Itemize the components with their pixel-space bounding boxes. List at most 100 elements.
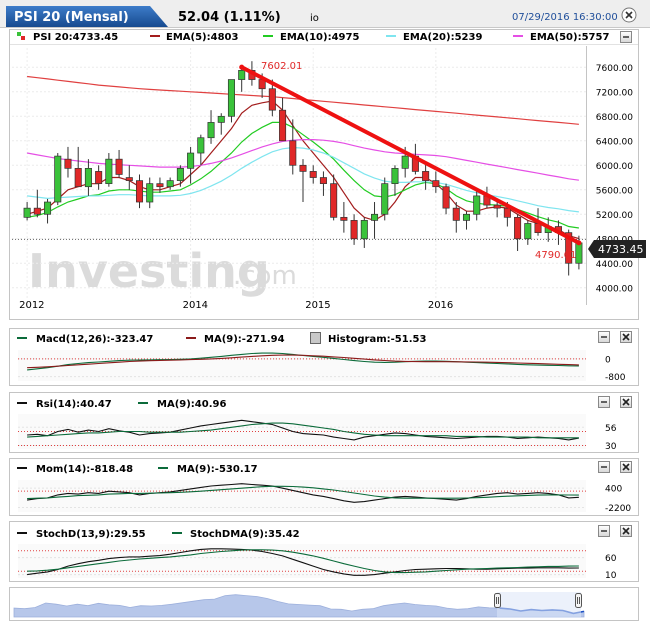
candle-down [135,180,144,203]
candle-up [360,220,368,240]
timestamp: 07/29/2016 16:30:00 [512,12,618,23]
panel-close-button[interactable] [620,396,632,408]
navigator-handle-left[interactable] [494,593,501,608]
x-tick-label: 2014 [183,300,208,311]
panel-close-button[interactable] [620,461,632,473]
candle-down [64,158,72,169]
candle-down [422,171,430,181]
legend-macd-ma: MA(9):-271.94 [204,334,285,345]
y-tick-label: 7600.00 [596,64,633,74]
panel-minimize-button[interactable] [598,396,610,408]
candle-up [227,79,235,117]
legend-swatch-histogram [310,332,321,344]
y-tick-label: 60 [605,554,617,564]
y-tick-label: 4400.00 [596,260,633,270]
legend-swatch-psi-up [17,32,21,36]
candle-up [84,167,92,188]
candle-up [524,223,532,240]
candle-down [493,204,501,209]
main-minimize-button[interactable] [620,31,632,43]
candle-up [176,167,184,181]
legend-stochd: StochD(13,9):29.55 [36,529,146,540]
trendline-anchor [576,240,582,246]
candle-up [54,155,62,203]
y-tick-label: -800 [605,373,626,383]
candle-up [146,183,154,203]
candle-up [391,167,399,185]
candle-down [299,164,307,172]
candle-down [309,171,317,178]
panel-close-button[interactable] [620,331,632,343]
y-tick-label: 6400.00 [596,137,633,147]
y-tick-label: 5200.00 [596,211,633,221]
legend-ema10: EMA(10):4975 [280,32,359,43]
low-annotation: 4790.61 [535,250,576,261]
candle-down [115,158,123,175]
candle-down [279,109,287,142]
plot-area [18,544,586,578]
legend-mom: Mom(14):-818.48 [36,464,133,475]
watermark: Investing .com [28,244,297,298]
candle-up [473,195,481,215]
candle-down [74,167,82,188]
y-tick-label: 6000.00 [596,162,633,172]
legend-ema20: EMA(20):5239 [403,32,482,43]
price-change: 52.04 (1.11%) [178,10,281,25]
x-tick-label: 2016 [428,300,453,311]
momentum-plot: 400 -2200 [18,480,631,514]
y-tick-label: 7200.00 [596,88,633,98]
candle-down [330,183,338,218]
candle-up [197,137,205,154]
candle-up [462,213,471,221]
panel-close-button[interactable] [620,525,632,537]
legend-rsi: Rsi(14):40.47 [36,399,112,410]
panel-minimize-button[interactable] [598,331,610,343]
watermark-suffix: .com [233,261,297,291]
candle-down [340,216,348,221]
candle-up [23,207,31,218]
legend-psi: PSI 20:4733.45 [33,32,118,43]
candle-up [217,115,225,123]
last-price-tag: 4733.45 [588,240,646,258]
legend-rsi-ma: MA(9):40.96 [157,399,226,410]
navigator-handle-right[interactable] [575,593,582,608]
legend-swatch-psi-down [21,36,25,40]
candle-up [371,213,379,221]
y-tick-label: 6800.00 [596,113,633,123]
candle-down [289,140,297,166]
candle-down [33,207,41,215]
candle-down [442,186,450,209]
candle-down [319,177,327,185]
macd-plot: 0 -800 [18,350,626,383]
candle-up [105,158,113,185]
candle-up [238,70,246,80]
legend-ema5: EMA(5):4803 [166,32,238,43]
legend-mom-ma: MA(9):-530.17 [177,464,258,475]
trendline-anchor [239,64,245,70]
candle-down [452,207,460,221]
panel-minimize-button[interactable] [598,525,610,537]
y-tick-label: 30 [605,442,617,452]
y-tick-label: 5600.00 [596,186,633,196]
legend-ema50: EMA(50):5757 [530,32,609,43]
candle-down [268,88,276,111]
y-tick-label: 56 [605,424,617,434]
y-tick-label: 400 [605,485,622,495]
panel-minimize-button[interactable] [598,461,610,473]
candle-up [207,122,215,139]
navigator-window[interactable] [497,592,581,618]
candle-down [125,177,133,181]
close-chart-button[interactable] [621,7,637,23]
stoch-plot: 60 10 [18,544,617,581]
last-price-value: 4733.45 [598,243,644,256]
candle-down [514,216,522,240]
legend-stochdma: StochDMA(9):35.42 [190,529,300,540]
high-annotation: 7602.01 [261,61,302,72]
macd-legend: Macd(12,26):-323.47 MA(9):-271.94 Histog… [17,332,426,345]
candle-up [187,152,195,169]
candle-down [350,220,358,240]
legend-macd: Macd(12,26):-323.47 [36,334,153,345]
candle-up [575,242,583,264]
candle-up [381,183,389,215]
candle-down [432,180,440,188]
